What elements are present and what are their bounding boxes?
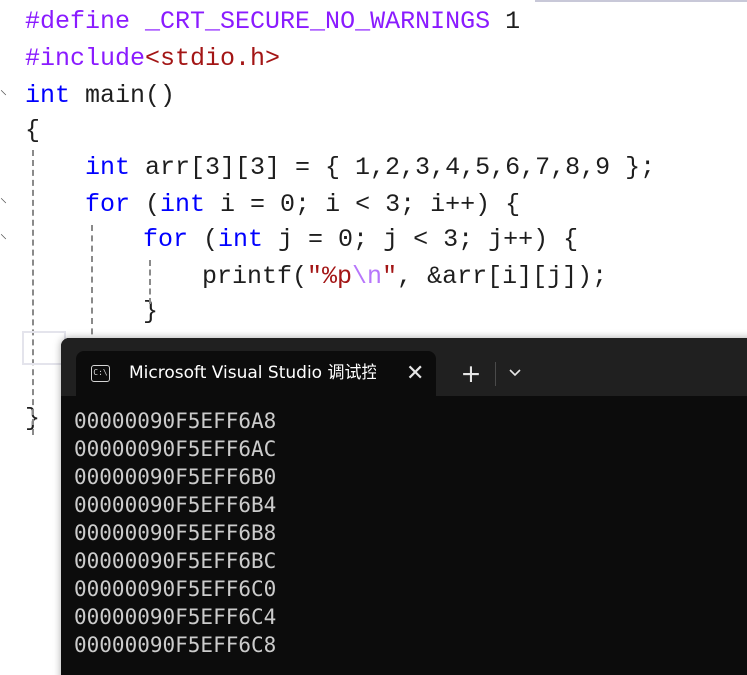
code-line[interactable]: #include<stdio.h> [25,41,280,77]
code-token: " [382,262,398,291]
code-token: \n [352,262,383,291]
code-token: i = 0; i < 3; i++) { [205,190,521,219]
chevron-down-icon[interactable] [501,351,529,396]
console-line: 00000090F5EFF6C4 [74,605,277,629]
code-line[interactable]: for (int j = 0; j < 3; j++) { [143,222,578,258]
code-token: _CRT_SECURE_NO_WARNINGS [145,7,491,36]
code-token: ( [188,225,219,254]
code-token: int [25,81,71,110]
terminal-icon: C:\ [91,365,110,382]
code-line[interactable]: #define _CRT_SECURE_NO_WARNINGS 1 [25,4,520,40]
indent-guide [32,150,34,435]
code-line[interactable]: int arr[3][3] = { 1,2,3,4,5,6,7,8,9 }; [85,150,655,186]
console-output[interactable]: 00000090F5EFF6A8 00000090F5EFF6AC 00000090… [74,407,276,659]
console-line: 00000090F5EFF6AC [74,437,277,461]
indent-guide [91,225,93,355]
tab-separator [495,362,496,386]
code-token: for [85,190,131,219]
code-line[interactable]: for (int i = 0; i < 3; i++) { [85,187,520,223]
terminal-tab-title: Microsoft Visual Studio 调试控制台 [129,363,376,383]
console-line: 00000090F5EFF6C8 [74,633,277,657]
code-token: arr[3][3] = { 1,2,3,4,5,6,7,8,9 }; [130,153,656,182]
code-line[interactable]: printf("%p\n", &arr[i][j]); [202,259,607,295]
code-token: ( [130,190,161,219]
code-token: printf( [202,262,308,291]
terminal-tab-bar: C:\ Microsoft Visual Studio 调试控制台 ✕ + [61,338,747,396]
console-line: 00000090F5EFF6A8 [74,409,277,433]
console-line: 00000090F5EFF6B8 [74,521,277,545]
console-line: 00000090F5EFF6C0 [74,577,277,601]
code-token: int [160,190,206,219]
fold-marker-icon[interactable]: ⸌ [0,197,8,211]
code-token: 1 [490,7,521,36]
code-token: <stdio.h> [145,44,281,73]
code-token: #define [25,7,146,36]
editor-tab-strip-edge [535,0,747,6]
console-line: 00000090F5EFF6B4 [74,493,277,517]
code-token: , &arr[i][j]); [397,262,608,291]
code-line[interactable]: int main() [25,78,175,114]
code-token: for [143,225,189,254]
new-tab-icon[interactable]: + [457,351,485,396]
code-line[interactable]: { [25,113,40,149]
fold-marker-icon[interactable]: ⸌ [0,89,8,103]
close-icon[interactable]: ✕ [406,351,424,396]
console-line: 00000090F5EFF6B0 [74,465,277,489]
code-token: { [25,116,41,145]
code-token: j = 0; j < 3; j++) { [263,225,579,254]
terminal-tab[interactable]: C:\ Microsoft Visual Studio 调试控制台 ✕ [76,351,436,396]
indent-guide [149,260,151,304]
debug-console-window[interactable]: C:\ Microsoft Visual Studio 调试控制台 ✕ + 00… [61,338,747,675]
current-line-highlight [22,331,66,365]
code-token: main() [70,81,176,110]
console-line: 00000090F5EFF6BC [74,549,277,573]
code-token: int [85,153,131,182]
fold-marker-icon[interactable]: ⸌ [0,233,8,247]
code-token: "%p [307,262,353,291]
code-token: int [218,225,264,254]
code-token: #include [25,44,146,73]
